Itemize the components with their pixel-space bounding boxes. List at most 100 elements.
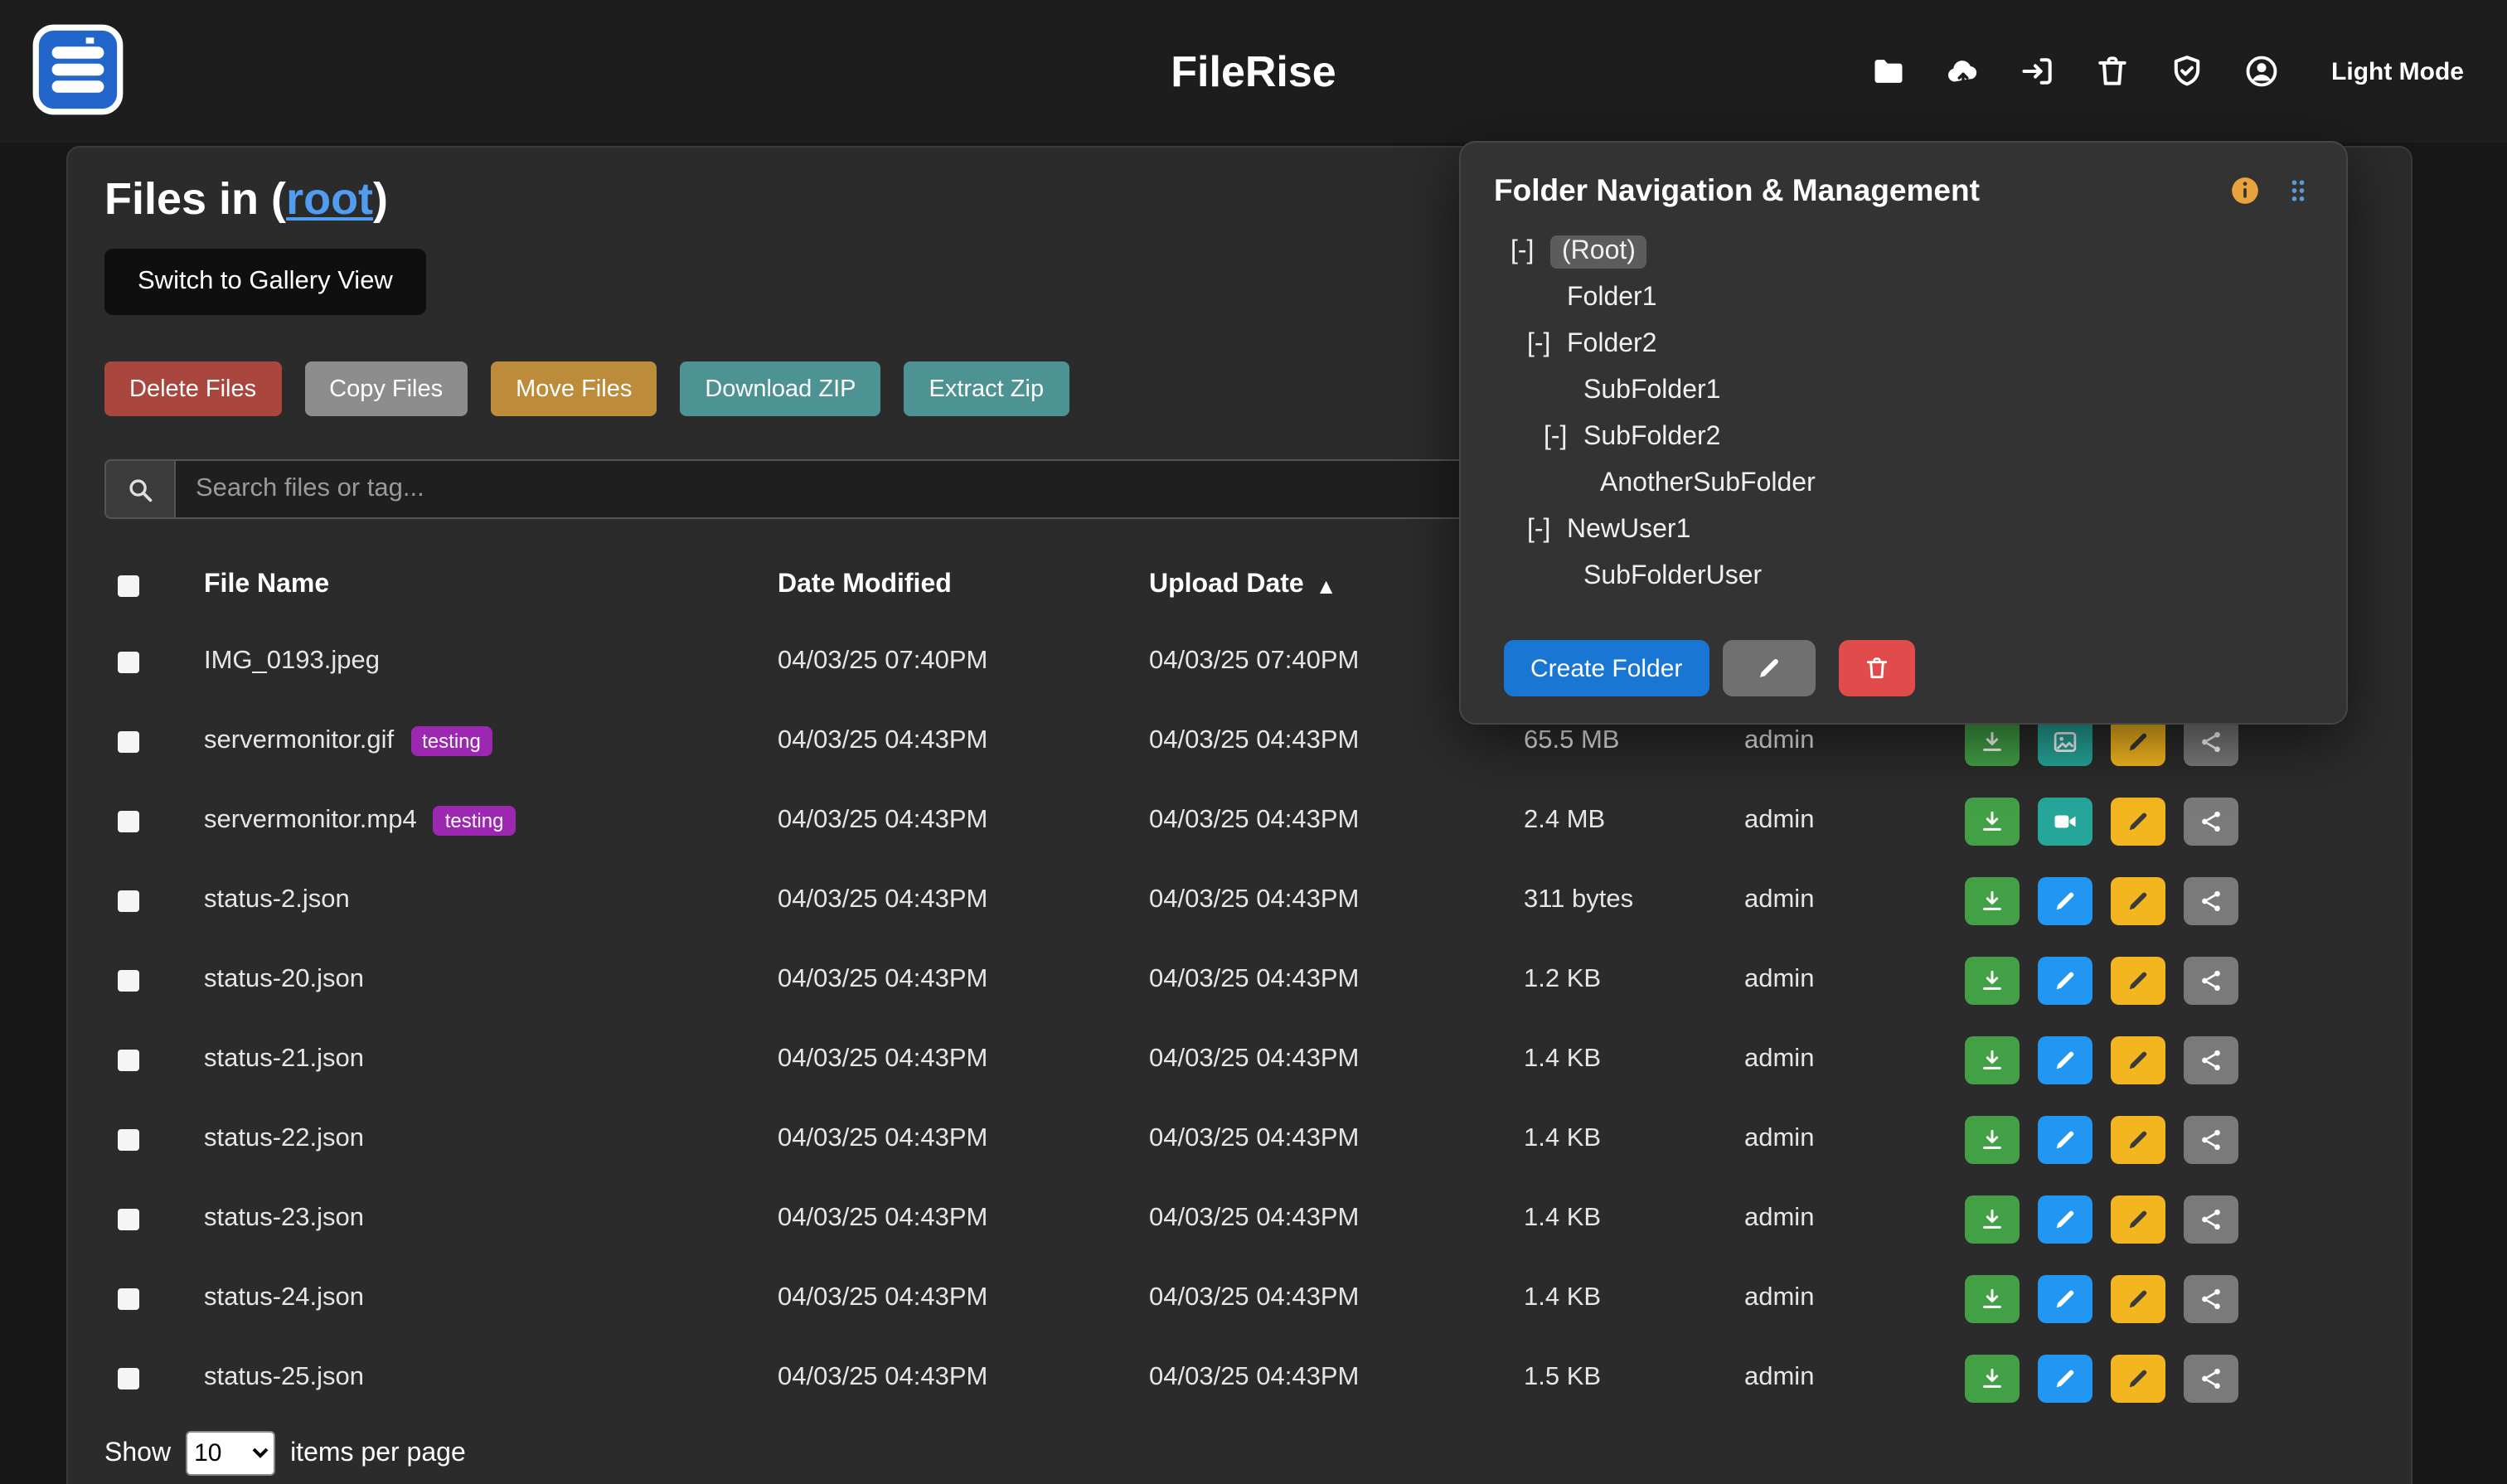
move-files-button[interactable]: Move Files	[491, 361, 657, 416]
tag-badge[interactable]: testing	[410, 726, 492, 756]
delete-folder-button[interactable]	[1838, 640, 1914, 696]
row-checkbox[interactable]	[118, 1208, 139, 1229]
row-checkbox[interactable]	[118, 969, 139, 991]
row-checkbox[interactable]	[118, 1367, 139, 1389]
file-name[interactable]: status-25.json	[204, 1363, 364, 1393]
download-button[interactable]	[1965, 876, 2020, 924]
drag-handle-icon[interactable]	[2283, 176, 2313, 206]
row-checkbox[interactable]	[118, 890, 139, 911]
folder-manager-button[interactable]	[1870, 53, 1907, 90]
create-folder-button[interactable]: Create Folder	[1504, 640, 1709, 696]
folder-tree-item[interactable]: AnotherSubFolder	[1494, 461, 2313, 507]
folder-label[interactable]: Folder1	[1567, 284, 1657, 313]
folder-tree-item[interactable]: SubFolder1	[1494, 368, 2313, 415]
items-per-page-select[interactable]: 10	[186, 1431, 275, 1476]
col-date-modified[interactable]: Date Modified	[778, 570, 1149, 600]
gallery-view-button[interactable]: Switch to Gallery View	[104, 249, 426, 315]
edit-button[interactable]	[2038, 956, 2092, 1004]
folder-tree-item[interactable]: Folder1	[1494, 275, 2313, 322]
row-checkbox[interactable]	[118, 1288, 139, 1309]
folder-label[interactable]: SubFolder2	[1583, 423, 1720, 453]
tag-badge[interactable]: testing	[434, 806, 516, 836]
folder-tree-item[interactable]: [-]SubFolder2	[1494, 415, 2313, 461]
rename-button[interactable]	[2111, 1115, 2165, 1163]
rename-folder-button[interactable]	[1722, 640, 1815, 696]
edit-button[interactable]	[2038, 1035, 2092, 1084]
file-name[interactable]: status-23.json	[204, 1204, 364, 1234]
rename-button[interactable]	[2111, 1354, 2165, 1402]
file-name[interactable]: status-22.json	[204, 1124, 364, 1154]
search-button[interactable]	[104, 459, 174, 519]
share-button[interactable]	[2184, 1195, 2238, 1243]
copy-files-button[interactable]: Copy Files	[304, 361, 468, 416]
folder-label[interactable]: AnotherSubFolder	[1600, 469, 1816, 499]
edit-button[interactable]	[2038, 1195, 2092, 1243]
download-button[interactable]	[1965, 797, 2020, 845]
info-icon[interactable]	[2228, 174, 2262, 207]
preview-video-button[interactable]	[2038, 797, 2092, 845]
row-checkbox[interactable]	[118, 1128, 139, 1150]
folder-label[interactable]: (Root)	[1550, 235, 1647, 269]
folder-label[interactable]: NewUser1	[1567, 516, 1690, 546]
profile-button[interactable]	[2243, 53, 2280, 90]
folder-tree-item[interactable]: [-]Folder2	[1494, 322, 2313, 368]
edit-button[interactable]	[2038, 1115, 2092, 1163]
rename-button[interactable]	[2111, 1274, 2165, 1322]
share-button[interactable]	[2184, 797, 2238, 845]
rename-button[interactable]	[2111, 876, 2165, 924]
folder-label[interactable]: SubFolder1	[1583, 376, 1720, 406]
col-file-name[interactable]: File Name	[184, 570, 778, 600]
folder-label[interactable]: SubFolderUser	[1583, 562, 1762, 592]
download-button[interactable]	[1965, 1274, 2020, 1322]
file-name[interactable]: status-20.json	[204, 965, 364, 995]
app-logo[interactable]	[30, 21, 126, 122]
edit-button[interactable]	[2038, 1354, 2092, 1402]
download-button[interactable]	[1965, 956, 2020, 1004]
rename-button[interactable]	[2111, 1195, 2165, 1243]
share-button[interactable]	[2184, 1354, 2238, 1402]
download-button[interactable]	[1965, 1115, 2020, 1163]
row-checkbox[interactable]	[118, 1049, 139, 1070]
root-link[interactable]: root	[286, 174, 373, 224]
select-all-checkbox[interactable]	[118, 575, 139, 596]
file-name[interactable]: servermonitor.mp4	[204, 806, 417, 836]
folder-tree-item[interactable]: [-](Root)	[1494, 229, 2313, 275]
rename-button[interactable]	[2111, 1035, 2165, 1084]
folder-label[interactable]: Folder2	[1567, 330, 1657, 360]
edit-button[interactable]	[2038, 1274, 2092, 1322]
extract-zip-button[interactable]: Extract Zip	[904, 361, 1069, 416]
share-button[interactable]	[2184, 956, 2238, 1004]
download-button[interactable]	[1965, 1195, 2020, 1243]
file-name[interactable]: status-2.json	[204, 885, 350, 915]
download-zip-button[interactable]: Download ZIP	[680, 361, 880, 416]
file-name[interactable]: IMG_0193.jpeg	[204, 647, 380, 677]
tree-toggle[interactable]: [-]	[1527, 516, 1567, 546]
folder-tree-item[interactable]: SubFolderUser	[1494, 554, 2313, 600]
edit-button[interactable]	[2038, 876, 2092, 924]
tree-toggle[interactable]: [-]	[1511, 237, 1550, 267]
tree-toggle[interactable]: [-]	[1544, 423, 1583, 453]
share-button[interactable]	[2184, 1274, 2238, 1322]
file-name[interactable]: servermonitor.gif	[204, 726, 394, 756]
download-button[interactable]	[1965, 1035, 2020, 1084]
light-mode-toggle[interactable]: Light Mode	[2331, 57, 2464, 85]
share-button[interactable]	[2184, 876, 2238, 924]
file-name[interactable]: status-21.json	[204, 1045, 364, 1074]
share-button[interactable]	[2184, 1035, 2238, 1084]
delete-files-button[interactable]: Delete Files	[104, 361, 281, 416]
share-button[interactable]	[2184, 1115, 2238, 1163]
admin-button[interactable]	[2169, 53, 2205, 90]
upload-button[interactable]	[1945, 53, 1981, 90]
rename-button[interactable]	[2111, 797, 2165, 845]
rename-button[interactable]	[2111, 956, 2165, 1004]
folder-tree-item[interactable]: [-]NewUser1	[1494, 507, 2313, 554]
row-checkbox[interactable]	[118, 730, 139, 752]
trash-button[interactable]	[2094, 53, 2131, 90]
logout-button[interactable]	[2020, 53, 2056, 90]
row-checkbox[interactable]	[118, 810, 139, 832]
row-select-cell	[118, 890, 184, 911]
file-name[interactable]: status-24.json	[204, 1283, 364, 1313]
tree-toggle[interactable]: [-]	[1527, 330, 1567, 360]
row-checkbox[interactable]	[118, 651, 139, 672]
download-button[interactable]	[1965, 1354, 2020, 1402]
